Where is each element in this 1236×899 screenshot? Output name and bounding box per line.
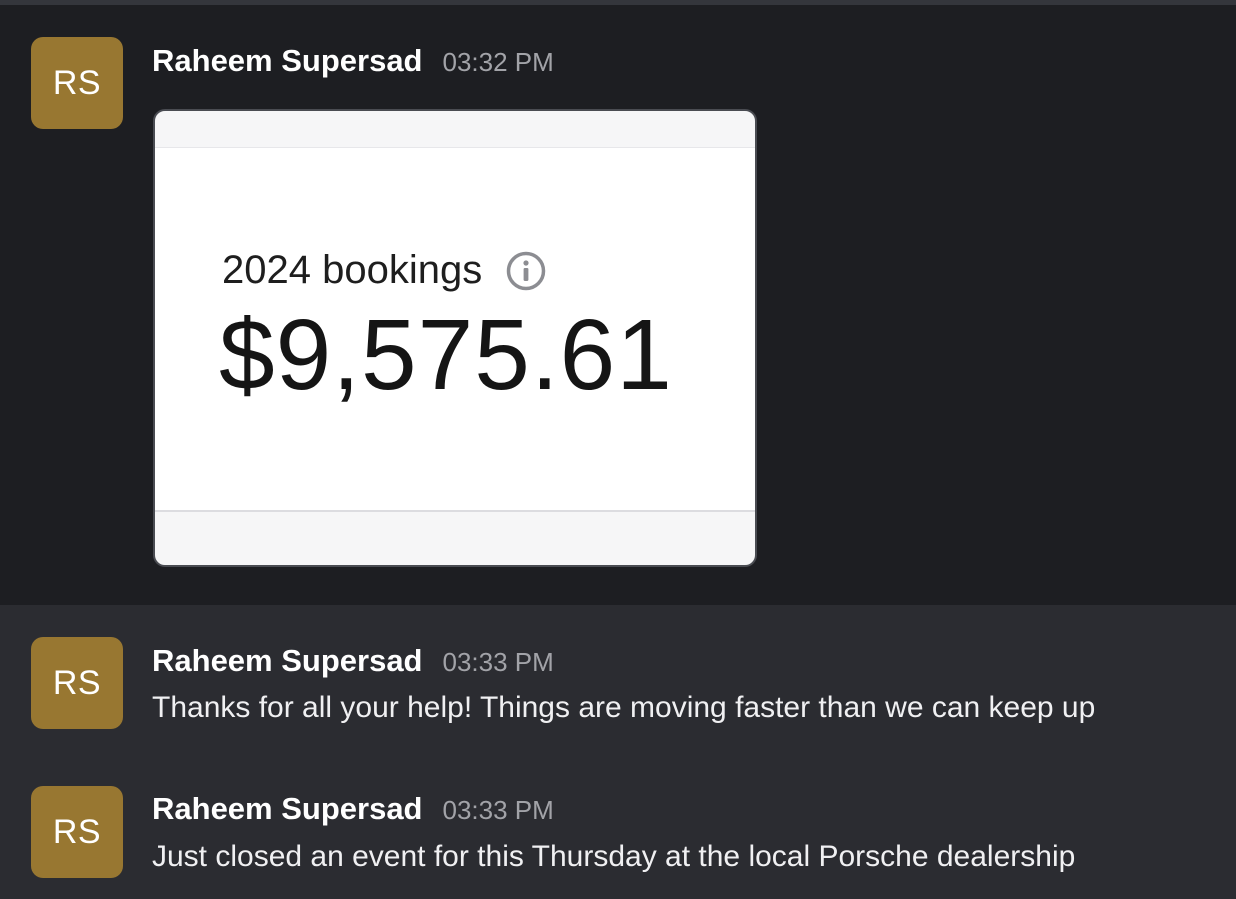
timestamp: 03:33 PM	[442, 647, 554, 677]
avatar[interactable]: RS	[31, 37, 123, 129]
message-item[interactable]: RS Raheem Supersad 03:33 PM Thanks for a…	[0, 605, 1236, 755]
info-circle-icon	[506, 251, 546, 290]
bookings-card: 2024 bookings $9,575.61	[155, 147, 755, 512]
timestamp: 03:32 PM	[442, 47, 554, 77]
message-text: Just closed an event for this Thursday a…	[152, 840, 1076, 873]
bookings-label: 2024 bookings	[222, 248, 546, 293]
message-text: Thanks for all your help! Things are mov…	[152, 691, 1096, 724]
bookings-value: $9,575.61	[219, 299, 673, 411]
author-name[interactable]: Raheem Supersad	[152, 643, 423, 679]
bookings-label-text: 2024 bookings	[222, 248, 483, 292]
image-attachment[interactable]: 2024 bookings $9,575.61	[153, 109, 757, 567]
author-name[interactable]: Raheem Supersad	[152, 791, 423, 827]
message-item[interactable]: RS Raheem Supersad 03:32 PM 2024 booking…	[0, 5, 1236, 605]
message-header: Raheem Supersad 03:32 PM	[152, 43, 554, 79]
message-header: Raheem Supersad 03:33 PM	[152, 791, 554, 827]
message-item[interactable]: RS Raheem Supersad 03:33 PM Just closed …	[0, 755, 1236, 899]
message-header: Raheem Supersad 03:33 PM	[152, 643, 554, 679]
avatar[interactable]: RS	[31, 786, 123, 878]
avatar[interactable]: RS	[31, 637, 123, 729]
timestamp: 03:33 PM	[442, 795, 554, 825]
author-name[interactable]: Raheem Supersad	[152, 43, 423, 79]
